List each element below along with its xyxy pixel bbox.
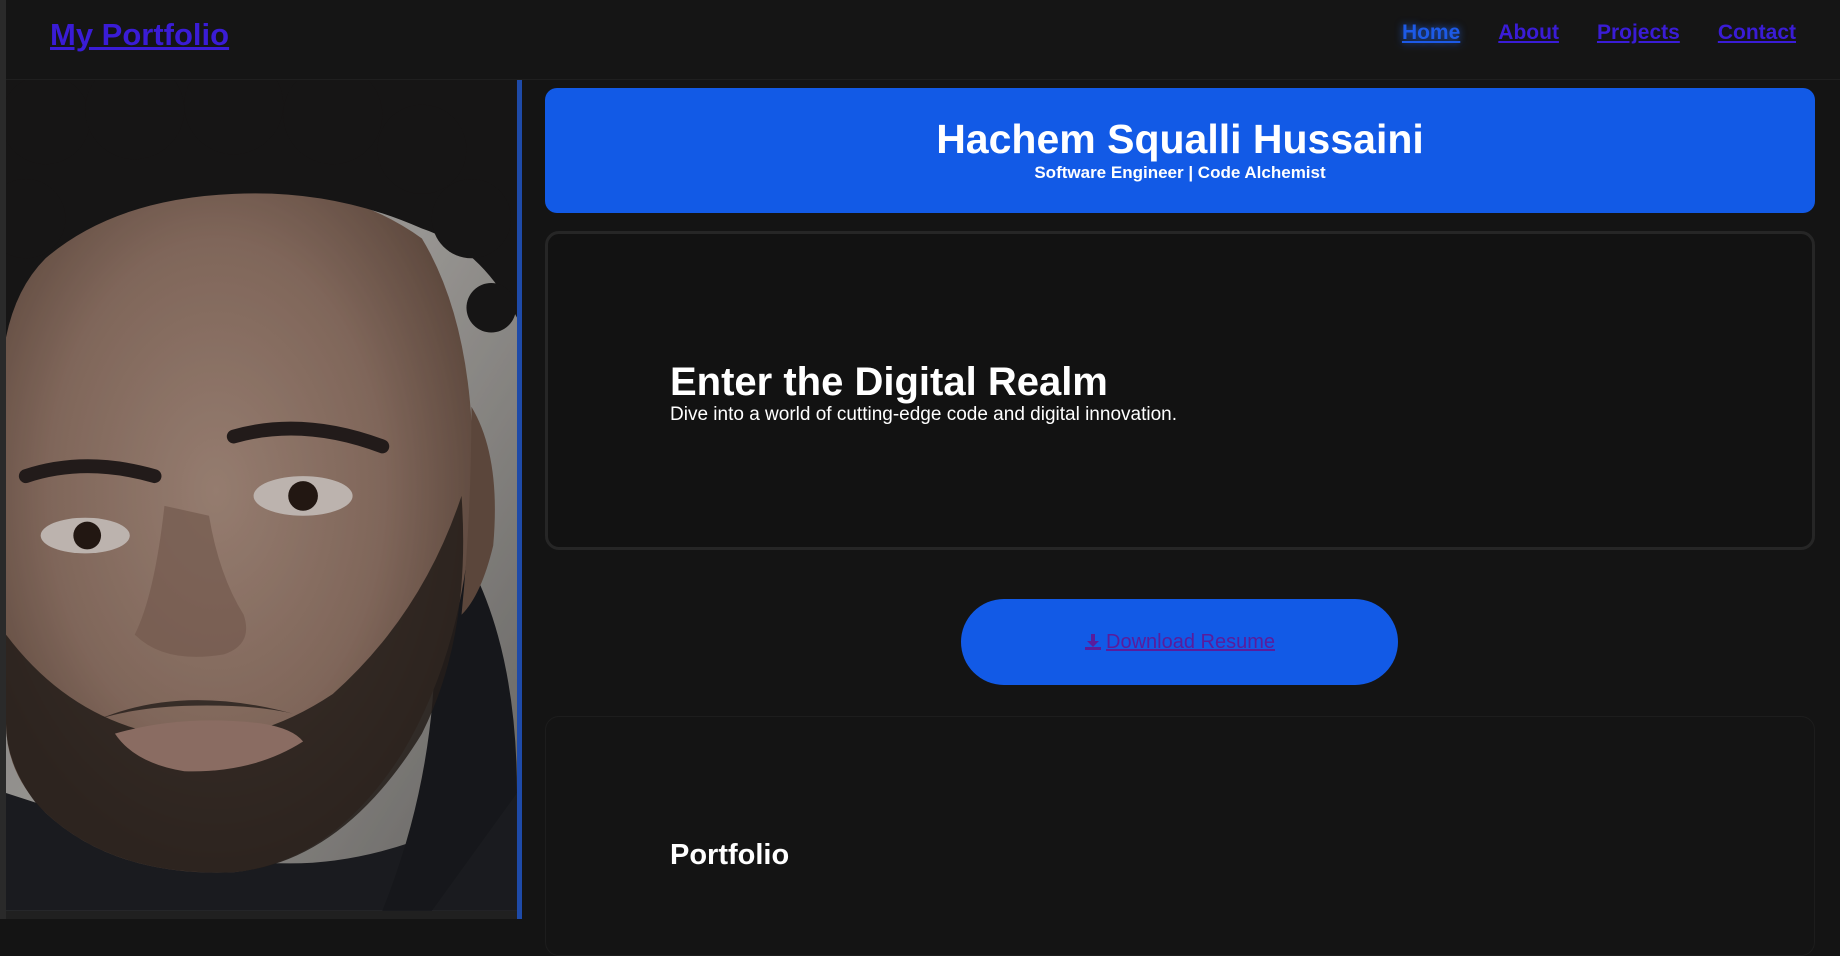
header-card: Hachem Squalli Hussaini Software Enginee…: [545, 88, 1815, 213]
nav-link-contact[interactable]: Contact: [1718, 21, 1796, 45]
brand-link[interactable]: My Portfolio: [50, 17, 229, 53]
profile-photo: [6, 80, 517, 911]
download-resume-link[interactable]: Download Resume: [1084, 631, 1275, 654]
download-resume-button[interactable]: Download Resume: [961, 599, 1398, 685]
nav-link-about[interactable]: About: [1498, 21, 1559, 45]
hero-card: Enter the Digital Realm Dive into a worl…: [545, 231, 1815, 550]
download-resume-label: Download Resume: [1106, 630, 1275, 653]
header-name: Hachem Squalli Hussaini: [936, 116, 1424, 162]
nav-link-home[interactable]: Home: [1402, 21, 1460, 45]
top-navbar: My Portfolio Home About Projects Contact: [6, 0, 1840, 80]
portfolio-title: Portfolio: [670, 839, 790, 871]
portfolio-card: Portfolio: [545, 716, 1815, 956]
hero-title: Enter the Digital Realm: [670, 360, 1108, 404]
hero-text: Dive into a world of cutting-edge code a…: [670, 404, 1177, 425]
header-subtitle: Software Engineer | Code Alchemist: [1034, 163, 1326, 182]
nav-link-projects[interactable]: Projects: [1597, 21, 1680, 45]
profile-photo-column: [6, 80, 522, 919]
nav-links: Home About Projects Contact: [1402, 21, 1796, 45]
download-icon: [1085, 634, 1101, 650]
